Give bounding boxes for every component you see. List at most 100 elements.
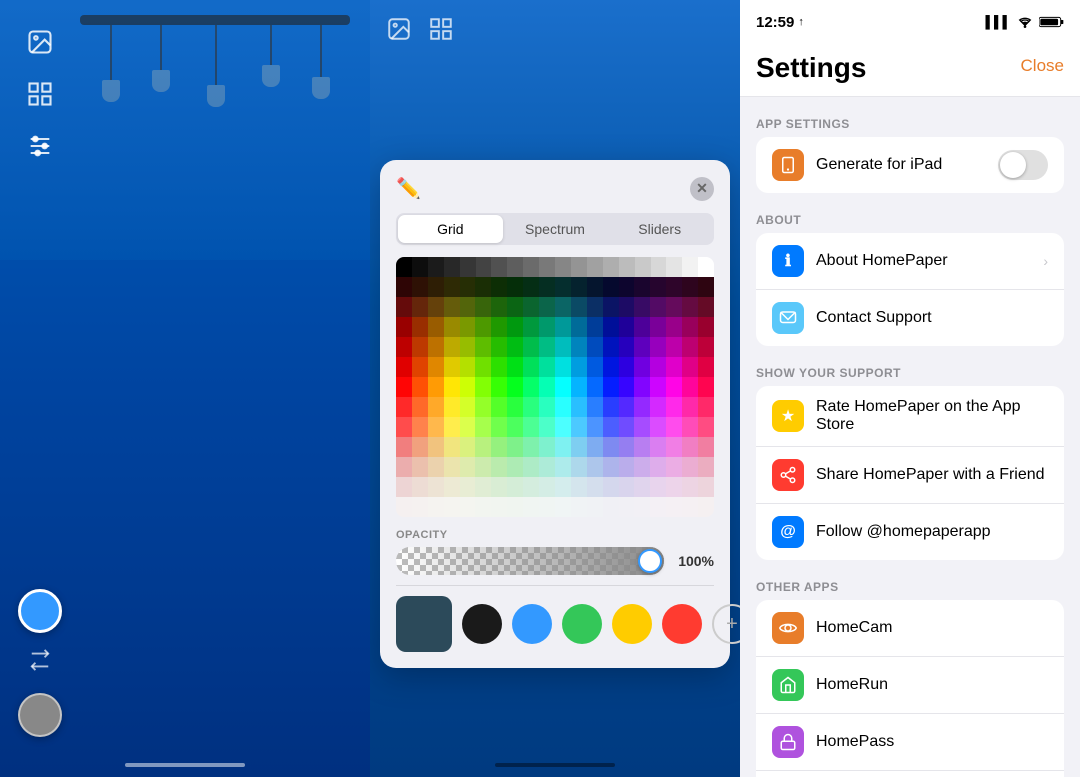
grayscale-cell[interactable] [635, 257, 651, 277]
color-cell[interactable] [650, 317, 666, 337]
color-cell[interactable] [444, 277, 460, 297]
opacity-thumb[interactable] [638, 549, 662, 573]
color-cell[interactable] [650, 497, 666, 517]
color-cell[interactable] [396, 377, 412, 397]
color-cell[interactable] [571, 457, 587, 477]
color-cell[interactable] [587, 377, 603, 397]
color-cell[interactable] [396, 337, 412, 357]
color-cell[interactable] [571, 497, 587, 517]
color-cell[interactable] [491, 297, 507, 317]
color-cell[interactable] [539, 357, 555, 377]
color-cell[interactable] [634, 437, 650, 457]
color-cell[interactable] [412, 357, 428, 377]
color-cell[interactable] [698, 377, 714, 397]
color-cell[interactable] [460, 397, 476, 417]
color-cell[interactable] [650, 477, 666, 497]
color-cell[interactable] [460, 297, 476, 317]
color-cell[interactable] [603, 497, 619, 517]
color-cell[interactable] [428, 317, 444, 337]
color-cell[interactable] [507, 317, 523, 337]
color-cell[interactable] [619, 297, 635, 317]
color-cell[interactable] [587, 437, 603, 457]
color-cell[interactable] [571, 477, 587, 497]
color-cell[interactable] [666, 477, 682, 497]
color-cell[interactable] [475, 417, 491, 437]
color-cell[interactable] [507, 477, 523, 497]
color-cell[interactable] [475, 477, 491, 497]
grayscale-cell[interactable] [507, 257, 523, 277]
grayscale-cell[interactable] [651, 257, 667, 277]
grayscale-cell[interactable] [491, 257, 507, 277]
filter-sidebar-icon[interactable] [18, 124, 62, 168]
color-cell[interactable] [666, 277, 682, 297]
tab-grid[interactable]: Grid [398, 215, 503, 243]
color-cell[interactable] [555, 397, 571, 417]
color-cell[interactable] [523, 317, 539, 337]
color-cell[interactable] [555, 337, 571, 357]
color-cell[interactable] [587, 417, 603, 437]
color-cell[interactable] [666, 317, 682, 337]
color-cell[interactable] [571, 357, 587, 377]
color-cell[interactable] [587, 317, 603, 337]
color-cell[interactable] [460, 497, 476, 517]
color-cell[interactable] [491, 377, 507, 397]
color-cell[interactable] [539, 417, 555, 437]
settings-row-contact-support[interactable]: Contact Support [756, 289, 1064, 346]
color-cell[interactable] [571, 397, 587, 417]
color-cell[interactable] [698, 417, 714, 437]
color-cell[interactable] [412, 277, 428, 297]
color-cell[interactable] [523, 397, 539, 417]
swatch-green[interactable] [562, 604, 602, 644]
settings-row-follow[interactable]: @ Follow @homepaperapp [756, 503, 1064, 560]
color-cell[interactable] [539, 277, 555, 297]
grayscale-cell[interactable] [396, 257, 412, 277]
color-cell[interactable] [523, 437, 539, 457]
color-cell[interactable] [555, 457, 571, 477]
settings-row-about-homepaper[interactable]: ℹ About HomePaper › [756, 233, 1064, 289]
color-cell[interactable] [539, 477, 555, 497]
settings-row-share[interactable]: Share HomePaper with a Friend [756, 446, 1064, 503]
color-cell[interactable] [666, 377, 682, 397]
color-cell[interactable] [619, 397, 635, 417]
settings-row-generate-ipad[interactable]: Generate for iPad [756, 137, 1064, 193]
color-cell[interactable] [491, 497, 507, 517]
generate-ipad-toggle[interactable] [998, 150, 1048, 180]
grayscale-cell[interactable] [555, 257, 571, 277]
color-cell[interactable] [682, 417, 698, 437]
settings-row-rate[interactable]: ★ Rate HomePaper on the App Store [756, 386, 1064, 446]
color-cell[interactable] [412, 297, 428, 317]
color-cell[interactable] [523, 457, 539, 477]
close-button[interactable]: Close [1021, 52, 1064, 76]
grayscale-cell[interactable] [523, 257, 539, 277]
color-cell[interactable] [619, 437, 635, 457]
color-cell[interactable] [444, 457, 460, 477]
tab-sliders[interactable]: Sliders [607, 215, 712, 243]
color-cell[interactable] [523, 297, 539, 317]
color-cell[interactable] [539, 497, 555, 517]
color-cell[interactable] [491, 317, 507, 337]
grayscale-cell[interactable] [603, 257, 619, 277]
color-cell[interactable] [507, 377, 523, 397]
color-cell[interactable] [619, 277, 635, 297]
color-cell[interactable] [507, 457, 523, 477]
color-cell[interactable] [555, 377, 571, 397]
grid-sidebar-icon[interactable] [18, 72, 62, 116]
color-cell[interactable] [682, 297, 698, 317]
color-cell[interactable] [682, 497, 698, 517]
grayscale-cell[interactable] [698, 257, 714, 277]
settings-row-homerun[interactable]: HomeRun [756, 656, 1064, 713]
color-cell[interactable] [666, 437, 682, 457]
color-cell[interactable] [571, 437, 587, 457]
color-cell[interactable] [603, 477, 619, 497]
color-cell[interactable] [634, 377, 650, 397]
color-cell[interactable] [634, 477, 650, 497]
color-cell[interactable] [634, 277, 650, 297]
color-cell[interactable] [619, 417, 635, 437]
color-cell[interactable] [682, 397, 698, 417]
color-cell[interactable] [634, 397, 650, 417]
color-cell[interactable] [619, 377, 635, 397]
color-cell[interactable] [396, 477, 412, 497]
color-cell[interactable] [412, 417, 428, 437]
color-cell[interactable] [412, 497, 428, 517]
color-cell[interactable] [428, 477, 444, 497]
